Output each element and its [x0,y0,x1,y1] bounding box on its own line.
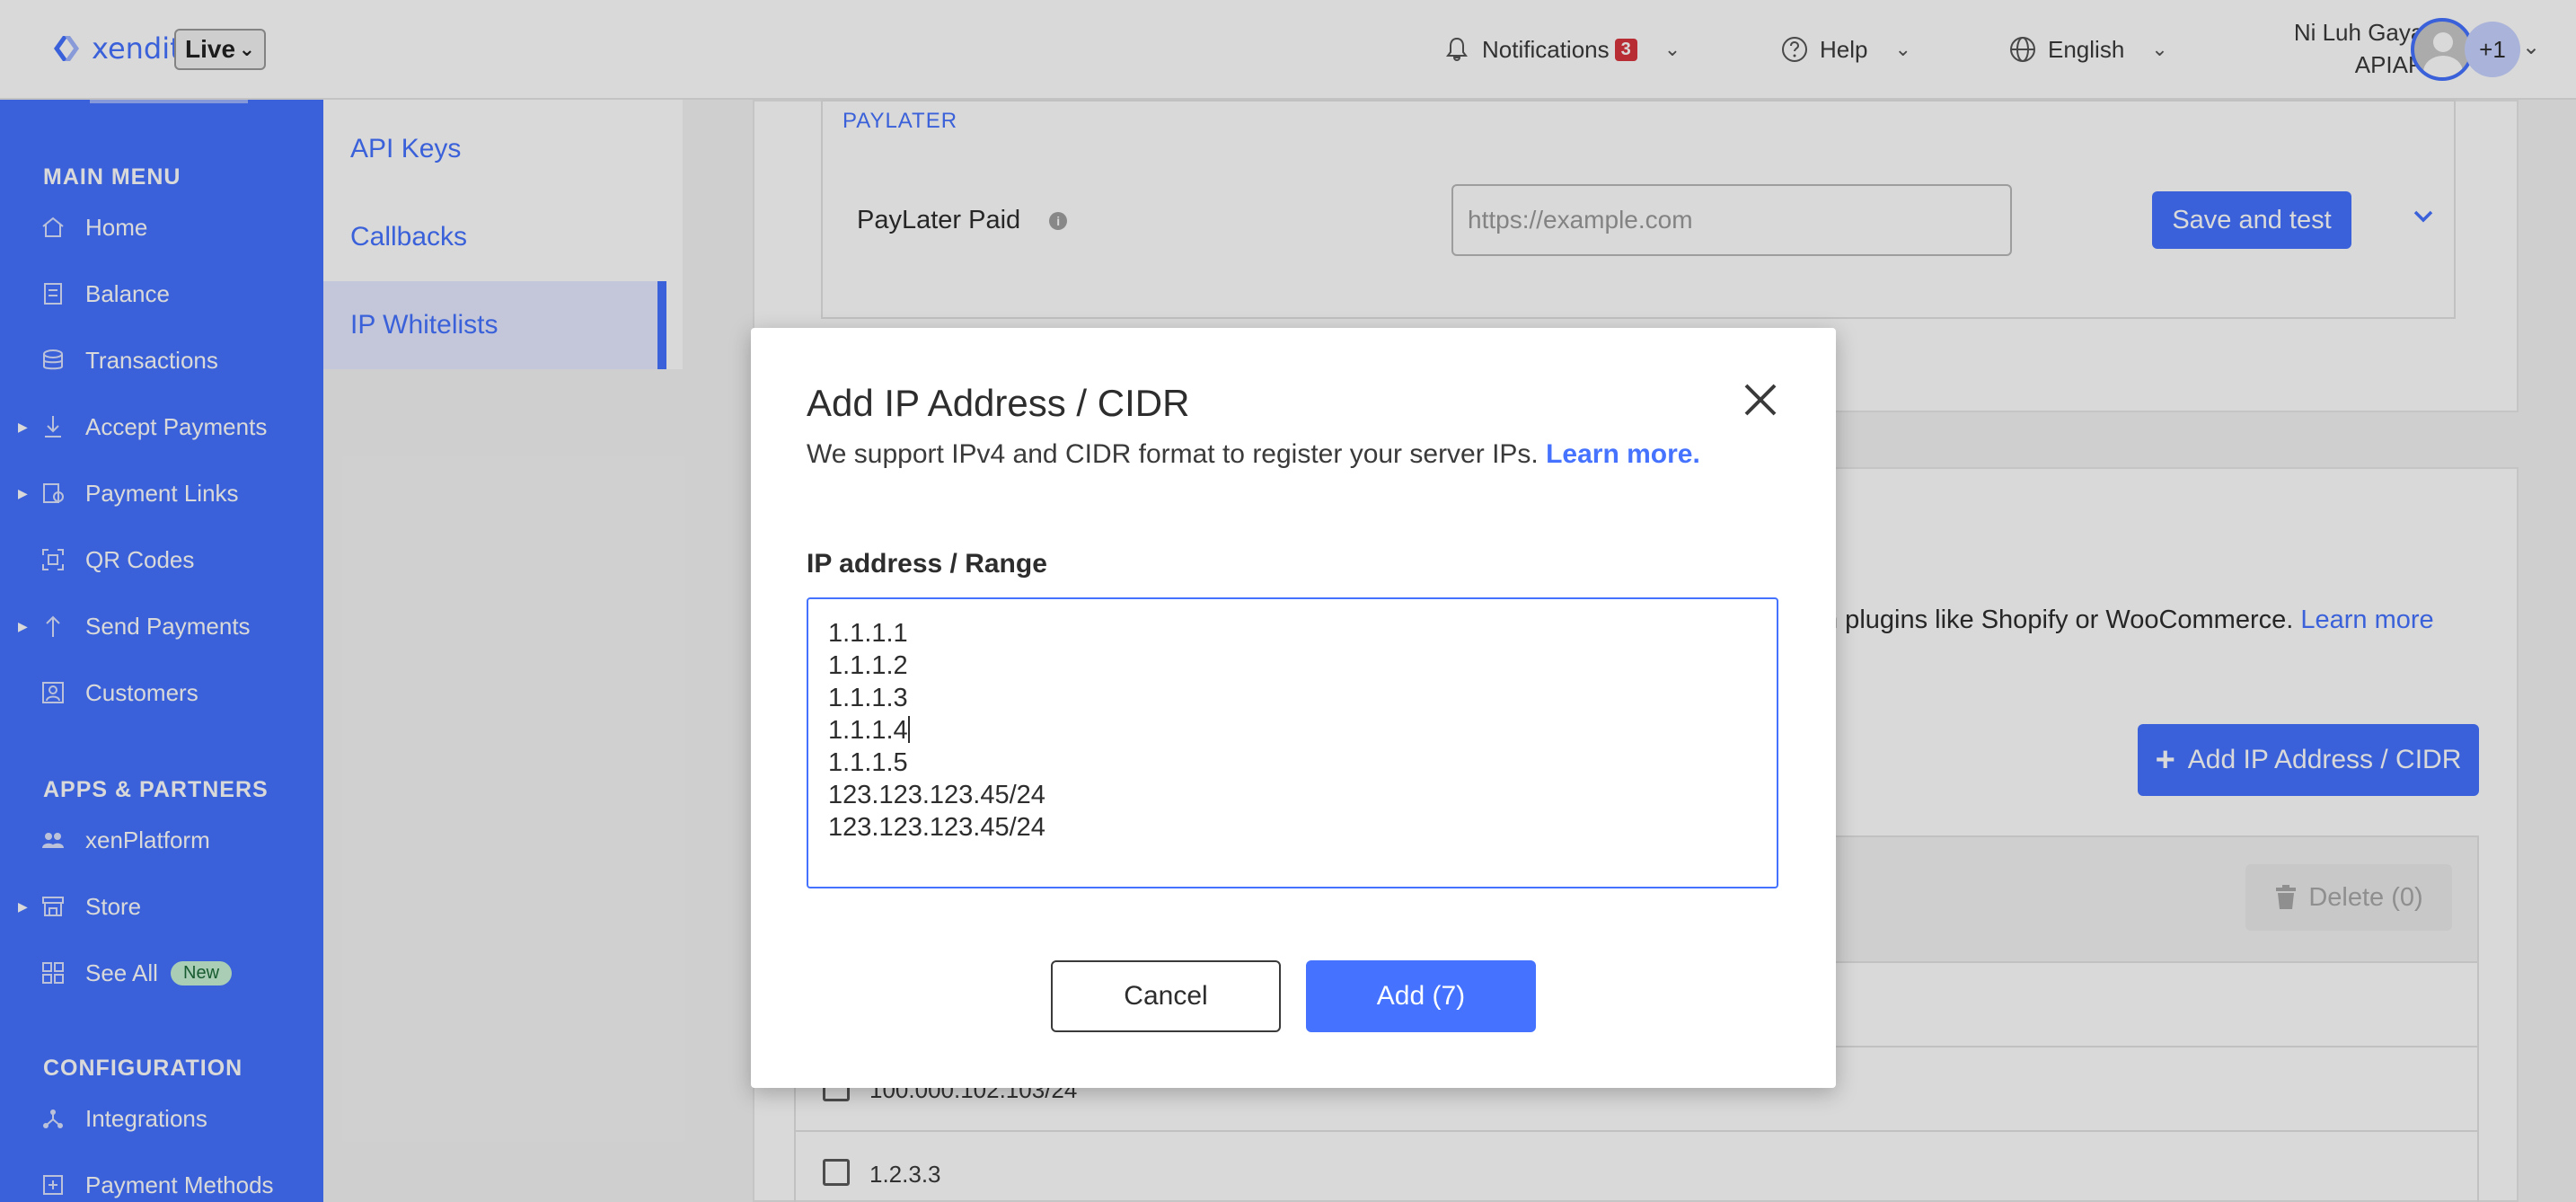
ip-line: 1.1.1.1 [828,619,908,648]
ip-line: 123.123.123.45/24 [828,813,1045,842]
add-ip-modal: Add IP Address / CIDR We support IPv4 an… [751,328,1836,1088]
modal-learn-more-link[interactable]: Learn more. [1546,439,1700,469]
add-button[interactable]: Add (7) [1306,960,1536,1032]
modal-subtitle: We support IPv4 and CIDR format to regis… [807,439,1700,470]
cancel-button[interactable]: Cancel [1051,960,1281,1032]
ip-line-with-cursor: 1.1.1.4 [828,714,1757,747]
close-icon[interactable] [1741,380,1780,420]
ip-line: 1.1.1.5 [828,748,908,777]
ip-range-label: IP address / Range [807,549,1047,579]
ip-line: 1.1.1.3 [828,684,908,712]
ip-range-textarea[interactable]: 1.1.1.1 1.1.1.2 1.1.1.3 1.1.1.4 1.1.1.5 … [807,597,1778,888]
ip-line-text: 1.1.1.4 [828,716,908,745]
ip-line: 123.123.123.45/24 [828,781,1045,809]
modal-subtitle-text: We support IPv4 and CIDR format to regis… [807,439,1539,469]
ip-line: 1.1.1.2 [828,651,908,680]
modal-title: Add IP Address / CIDR [807,382,1190,424]
text-cursor [907,716,910,743]
